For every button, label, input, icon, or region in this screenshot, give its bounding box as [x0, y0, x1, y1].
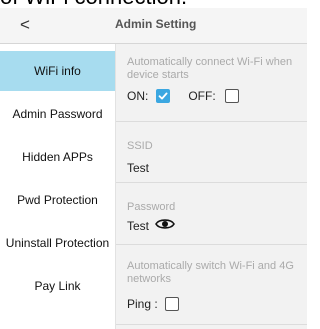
password-label: Password [127, 201, 176, 213]
check-icon [158, 92, 168, 100]
on-label: ON: [127, 89, 149, 103]
ping-label: Ping : [127, 297, 158, 311]
on-checkbox[interactable] [156, 89, 171, 103]
sidebar-item-wifi-info[interactable]: WiFi info [0, 51, 115, 91]
sidebar-item-hidden-apps[interactable]: Hidden APPs [0, 137, 115, 177]
sidebar-item-pay-link[interactable]: Pay Link [0, 266, 115, 306]
admin-setting-window: < Admin Setting WiFi info Admin Password… [0, 8, 307, 329]
divider [116, 182, 307, 183]
ssid-label: SSID [127, 140, 153, 152]
chevron-left-icon[interactable]: < [20, 13, 40, 37]
ssid-value[interactable]: Test [127, 161, 149, 175]
divider [116, 324, 307, 325]
sidebar-item-pwd-protection[interactable]: Pwd Protection [0, 180, 115, 220]
ping-checkbox[interactable] [164, 297, 179, 311]
header-bar: < Admin Setting [0, 8, 307, 44]
auto-connect-description: Automatically connect Wi-Fi when device … [127, 56, 293, 81]
divider [116, 121, 307, 122]
page-title: Admin Setting [115, 17, 197, 31]
off-checkbox[interactable] [224, 89, 239, 103]
password-value[interactable]: Test [127, 219, 149, 233]
sidebar: WiFi info Admin Password Hidden APPs Pwd… [0, 44, 116, 329]
divider [116, 244, 307, 245]
sidebar-item-admin-password[interactable]: Admin Password [0, 94, 115, 134]
ping-row: Ping : [127, 295, 179, 313]
page-top-cutoff-text: of WiFi connection. [0, 0, 307, 8]
auto-switch-description: Automatically switch Wi-Fi and 4G networ… [127, 260, 294, 285]
auto-connect-options: ON: OFF: [127, 87, 239, 105]
sidebar-item-uninstall-protection[interactable]: Uninstall Protection [0, 223, 115, 263]
off-label: OFF: [188, 89, 216, 103]
eye-icon[interactable] [155, 217, 175, 236]
password-row: Test [127, 217, 175, 235]
wifi-info-panel: Automatically connect Wi-Fi when device … [116, 44, 307, 329]
